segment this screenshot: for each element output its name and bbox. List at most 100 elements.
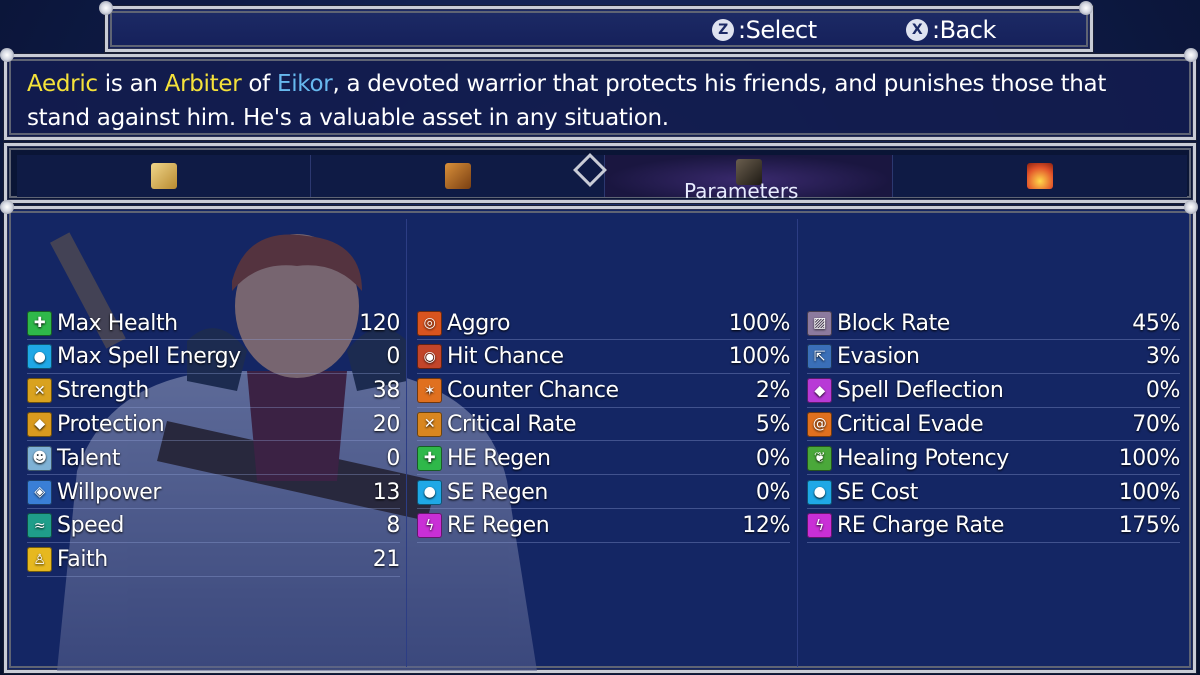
stat-value: 0% <box>755 479 791 505</box>
frame-rivet-icon <box>0 48 14 62</box>
x-button-icon: X <box>906 19 928 41</box>
dash-icon: ⇱ <box>807 344 832 370</box>
tab-profile[interactable] <box>17 155 311 197</box>
orb-icon: ● <box>417 479 442 505</box>
stat-value: 70% <box>1132 411 1180 437</box>
stat-row: ▨ Block Rate 45% <box>807 307 1180 339</box>
stat-value: 100% <box>1118 445 1181 471</box>
stat-label: Protection <box>57 411 165 437</box>
stat-label: HE Regen <box>447 445 551 471</box>
tab-lore[interactable] <box>311 155 605 197</box>
description-text-2: of <box>241 71 277 97</box>
scroll-icon <box>150 163 177 189</box>
orb-icon: ● <box>27 344 52 370</box>
stat-row: ◎ Aggro 100% <box>417 307 790 339</box>
orb-icon: ● <box>807 479 832 505</box>
stat-value: 38 <box>372 378 401 404</box>
stat-value: 0 <box>386 344 400 370</box>
bullseye-icon: ◉ <box>417 344 442 370</box>
stat-value: 0 <box>386 445 400 471</box>
wind-icon: ≈ <box>27 513 52 539</box>
stat-row: ϟ RE Charge Rate 175% <box>807 510 1180 542</box>
stat-row: ✕ Critical Rate 5% <box>417 408 790 440</box>
stat-value: 100% <box>728 344 791 370</box>
stat-row: ● Max Spell Energy 0 <box>27 341 400 373</box>
stat-label: RE Charge Rate <box>837 513 1004 539</box>
fire-icon <box>1027 163 1053 189</box>
stat-value: 21 <box>372 547 401 573</box>
stat-value: 20 <box>372 411 401 437</box>
gem-icon: ◆ <box>807 378 832 404</box>
bolt-icon: ϟ <box>807 513 832 539</box>
stat-value: 0% <box>755 445 791 471</box>
stat-value: 3% <box>1145 344 1181 370</box>
block-icon: ▨ <box>807 310 832 336</box>
shield-icon: ◆ <box>27 411 52 437</box>
stat-row: ◉ Hit Chance 100% <box>417 341 790 373</box>
stat-label: Critical Rate <box>447 411 577 437</box>
stat-row: ☻ Talent 0 <box>27 442 400 474</box>
stat-label: Aggro <box>447 310 511 336</box>
tab-skills[interactable] <box>893 155 1187 197</box>
stat-row: ≈ Speed 8 <box>27 510 400 542</box>
stat-label: Hit Chance <box>447 344 564 370</box>
frame-rivet-icon <box>99 1 113 15</box>
bolt-icon: ϟ <box>417 513 442 539</box>
column-divider <box>406 219 407 667</box>
stat-label: RE Regen <box>447 513 550 539</box>
stat-row: ✚ Max Health 120 <box>27 307 400 339</box>
plus-icon: ✚ <box>417 445 442 471</box>
stat-row: ◈ Willpower 13 <box>27 476 400 508</box>
stat-label: Spell Deflection <box>837 378 1004 404</box>
select-hint-label: :Select <box>738 16 817 44</box>
head-icon: ☻ <box>27 445 52 471</box>
stat-row: ϟ RE Regen 12% <box>417 510 790 542</box>
frame-rivet-icon <box>0 200 14 214</box>
swords-icon: ✕ <box>27 378 52 404</box>
crest-icon: ◈ <box>27 479 52 505</box>
crit-swords-icon: ✕ <box>417 411 442 437</box>
stat-label: Counter Chance <box>447 378 619 404</box>
character-name: Aedric <box>27 71 98 97</box>
row-separator <box>807 541 1180 543</box>
stat-value: 45% <box>1132 310 1180 336</box>
stat-value: 120 <box>359 310 400 336</box>
stat-value: 2% <box>755 378 791 404</box>
character-class: Arbiter <box>164 71 242 97</box>
stat-row: ✶ Counter Chance 2% <box>417 375 790 407</box>
stat-label: Healing Potency <box>837 445 1009 471</box>
target-icon: ◎ <box>417 310 442 336</box>
back-hint-label: :Back <box>932 16 996 44</box>
stat-value: 12% <box>742 513 790 539</box>
stat-row: ♙ Faith 21 <box>27 544 400 576</box>
stat-label: Strength <box>57 378 149 404</box>
stat-row: ✚ HE Regen 0% <box>417 442 790 474</box>
column-divider <box>797 219 798 667</box>
plus-icon: ✚ <box>27 310 52 336</box>
parameters-panel: ✚ Max Health 120 ● Max Spell Energy 0 ✕ Strengt… <box>4 206 1196 673</box>
stat-row: ❦ Healing Potency 100% <box>807 442 1180 474</box>
leaf-icon: ❦ <box>807 445 832 471</box>
character-description: Aedric is an Arbiter of Eikor, a devoted… <box>27 67 1173 135</box>
stat-label: SE Regen <box>447 479 548 505</box>
select-hint[interactable]: Z :Select <box>712 16 817 44</box>
stat-value: 175% <box>1118 513 1181 539</box>
active-tab-label: Parameters <box>684 179 799 203</box>
stat-value: 13 <box>372 479 401 505</box>
stat-label: Talent <box>57 445 121 471</box>
z-button-icon: Z <box>712 19 734 41</box>
stat-row: ✕ Strength 38 <box>27 375 400 407</box>
stat-row: ⇱ Evasion 3% <box>807 341 1180 373</box>
character-deity: Eikor <box>276 71 333 97</box>
burst-icon: ✶ <box>417 378 442 404</box>
row-separator <box>27 575 400 577</box>
back-hint[interactable]: X :Back <box>906 16 996 44</box>
stat-label: Max Health <box>57 310 178 336</box>
stat-row: ● SE Regen 0% <box>417 476 790 508</box>
stat-row: ● SE Cost 100% <box>807 476 1180 508</box>
stat-value: 100% <box>728 310 791 336</box>
stat-row: @ Critical Evade 70% <box>807 408 1180 440</box>
book-icon <box>444 163 471 189</box>
stat-label: Critical Evade <box>837 411 984 437</box>
meditate-icon: ♙ <box>27 547 52 573</box>
